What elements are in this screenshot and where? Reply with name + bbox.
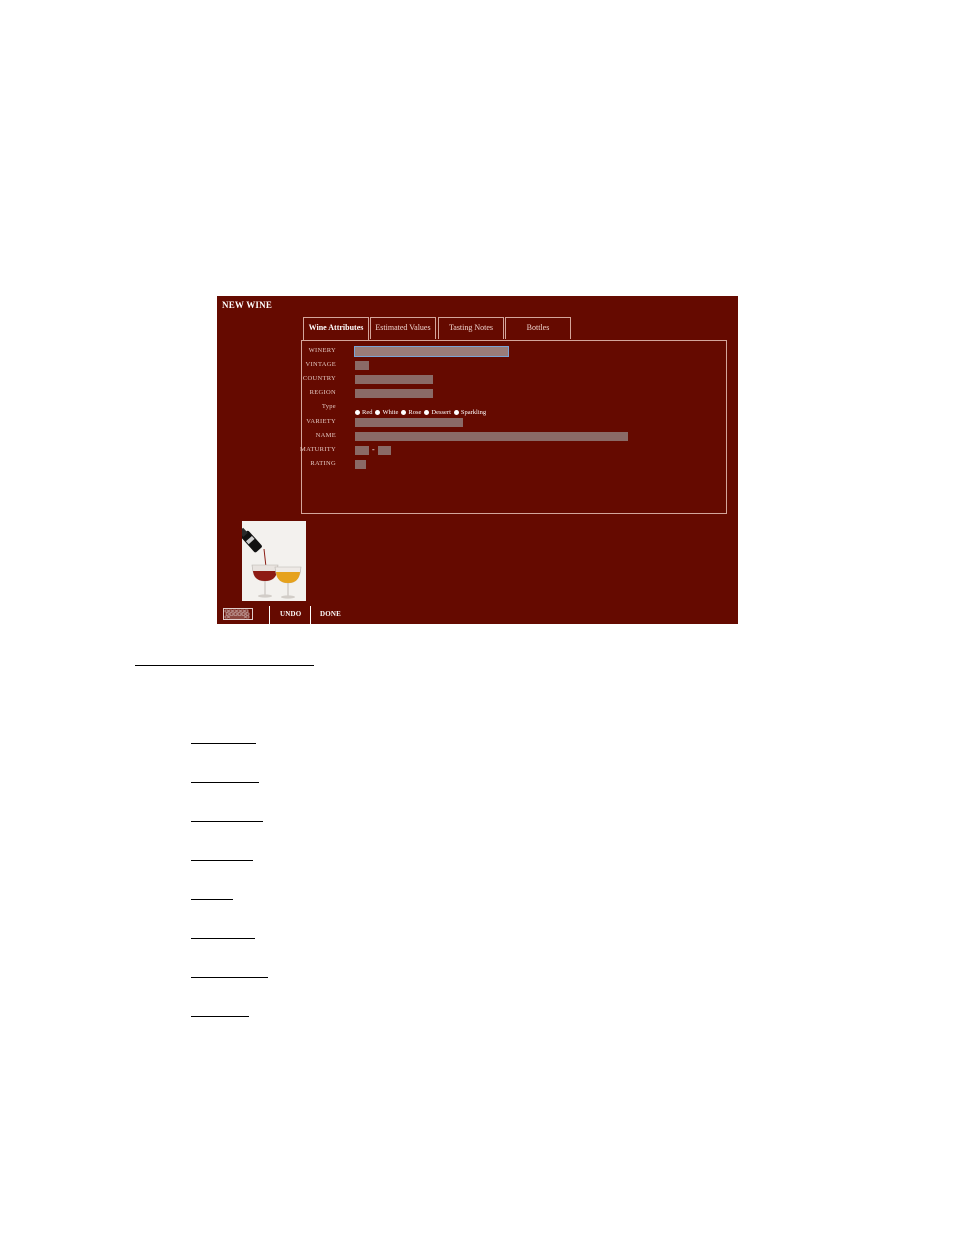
field-heading-underline — [191, 743, 256, 744]
field-heading-underline — [191, 860, 253, 861]
tab-tasting-notes[interactable]: Tasting Notes — [438, 317, 504, 339]
tab-wine-attributes[interactable]: Wine Attributes — [303, 317, 369, 340]
maturity-to-input[interactable] — [378, 446, 391, 455]
field-heading-underline — [191, 1016, 249, 1017]
type-radio-dessert[interactable]: Dessert — [424, 409, 451, 416]
toolbar-divider — [269, 606, 270, 624]
region-label: REGION — [309, 389, 336, 396]
type-radio-red[interactable]: Red — [355, 409, 372, 416]
radio-dot-icon — [401, 409, 407, 415]
winery-label: WINERY — [308, 347, 336, 354]
wine-glasses-image — [242, 521, 306, 601]
tab-estimated-values[interactable]: Estimated Values — [370, 317, 436, 339]
maturity-from-input[interactable] — [355, 446, 369, 455]
screen-title: NEW WINE — [222, 300, 273, 310]
region-input[interactable] — [355, 389, 433, 398]
field-heading-underline — [191, 821, 263, 822]
name-label: NAME — [315, 432, 336, 439]
field-heading-underline — [191, 977, 268, 978]
variety-input[interactable] — [355, 418, 463, 427]
rating-input[interactable] — [355, 460, 366, 469]
vintage-input[interactable] — [355, 361, 369, 370]
section-heading-underline — [135, 665, 314, 666]
field-heading-underline — [191, 938, 255, 939]
undo-button[interactable]: UNDO — [280, 610, 301, 618]
vintage-label: VINTAGE — [305, 361, 336, 368]
type-radio-rose[interactable]: Rose — [401, 409, 421, 416]
rating-label: RATING — [310, 460, 336, 467]
type-radio-sparkling[interactable]: Sparkling — [453, 409, 486, 416]
tab-bottles[interactable]: Bottles — [505, 317, 571, 339]
radio-dot-icon — [453, 409, 459, 415]
field-heading-underline — [191, 782, 259, 783]
type-radio-group: Red White Rose Dessert Sparkling — [355, 407, 486, 417]
variety-label: VARIETY — [306, 418, 336, 425]
name-input[interactable] — [355, 432, 628, 441]
wine-photo — [242, 521, 306, 601]
country-input[interactable] — [355, 375, 433, 384]
new-wine-screen: NEW WINE Wine Attributes Estimated Value… — [217, 296, 738, 624]
country-label: COUNTRY — [302, 375, 336, 382]
maturity-separator: - — [372, 445, 375, 454]
done-button[interactable]: DONE — [320, 610, 341, 618]
wine-attributes-panel: WINERY VINTAGE COUNTRY REGION Type Red W… — [300, 340, 727, 514]
winery-input[interactable] — [355, 347, 508, 356]
maturity-label: MATURITY — [300, 446, 336, 453]
radio-dot-icon — [355, 409, 360, 415]
type-radio-white[interactable]: White — [375, 409, 398, 416]
keyboard-icon[interactable] — [223, 608, 253, 620]
radio-dot-icon — [375, 409, 381, 415]
field-heading-underline — [191, 899, 233, 900]
bottom-toolbar: UNDO DONE — [217, 602, 738, 624]
type-label: Type — [321, 403, 336, 410]
radio-dot-icon — [424, 409, 430, 415]
toolbar-divider — [310, 606, 311, 624]
